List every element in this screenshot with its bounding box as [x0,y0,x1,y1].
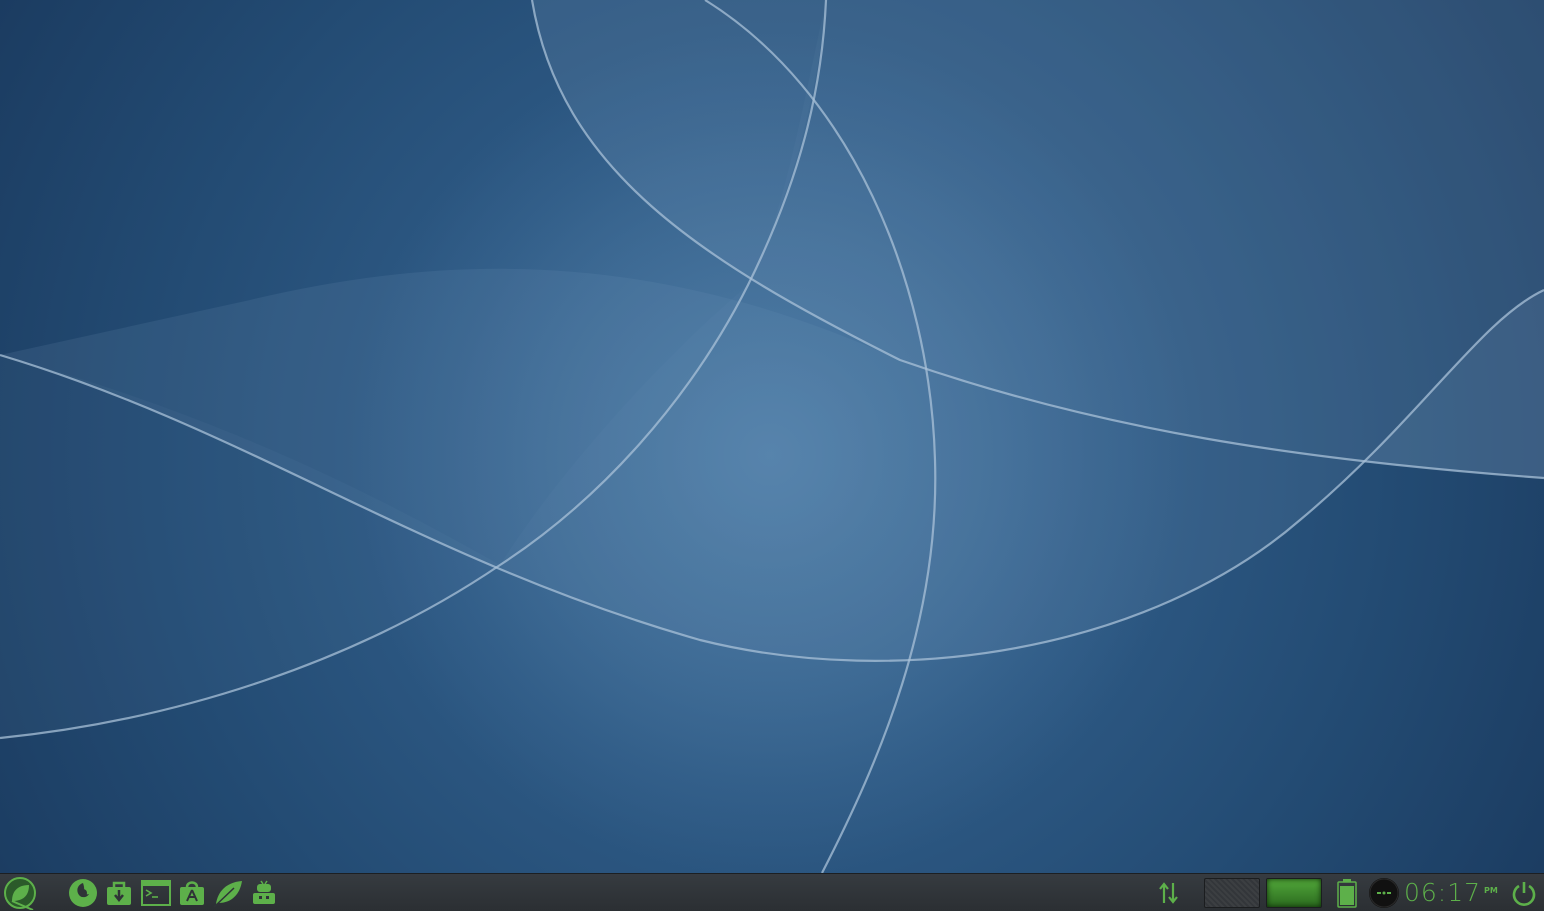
terminal-launcher[interactable] [139,877,173,909]
workspace-2[interactable] [1266,878,1322,908]
battery-indicator[interactable] [1334,878,1360,908]
network-updown-icon [1159,882,1178,904]
battery-icon [1337,879,1357,908]
leaf-launcher[interactable] [211,877,245,909]
robot-icon [253,880,275,904]
leaf-icon [213,881,242,908]
app-store-icon [180,881,204,905]
power-icon [1512,882,1536,906]
software-manager-launcher[interactable] [103,877,135,909]
wallpaper-pattern [0,0,1544,873]
terminal-icon [141,880,171,906]
media-player-icon [1369,878,1399,908]
firefox-launcher[interactable] [66,877,100,909]
robot-launcher[interactable] [248,877,280,909]
desktop-wallpaper [0,0,1544,873]
media-player-button[interactable] [1367,876,1401,910]
clock-ampm: PM [1484,885,1498,895]
clock[interactable]: 06:17 PM [1404,874,1498,910]
workspace-1[interactable] [1204,878,1260,908]
power-button[interactable] [1508,877,1540,909]
clock-time: 06:17 [1404,877,1482,907]
software-store-icon [107,881,131,905]
network-indicator[interactable] [1155,877,1183,909]
menu-button[interactable] [2,876,38,910]
app-store-launcher[interactable] [176,877,208,909]
firefox-icon [69,879,97,907]
menu-leaf-icon [4,877,36,910]
taskbar [0,873,1544,911]
